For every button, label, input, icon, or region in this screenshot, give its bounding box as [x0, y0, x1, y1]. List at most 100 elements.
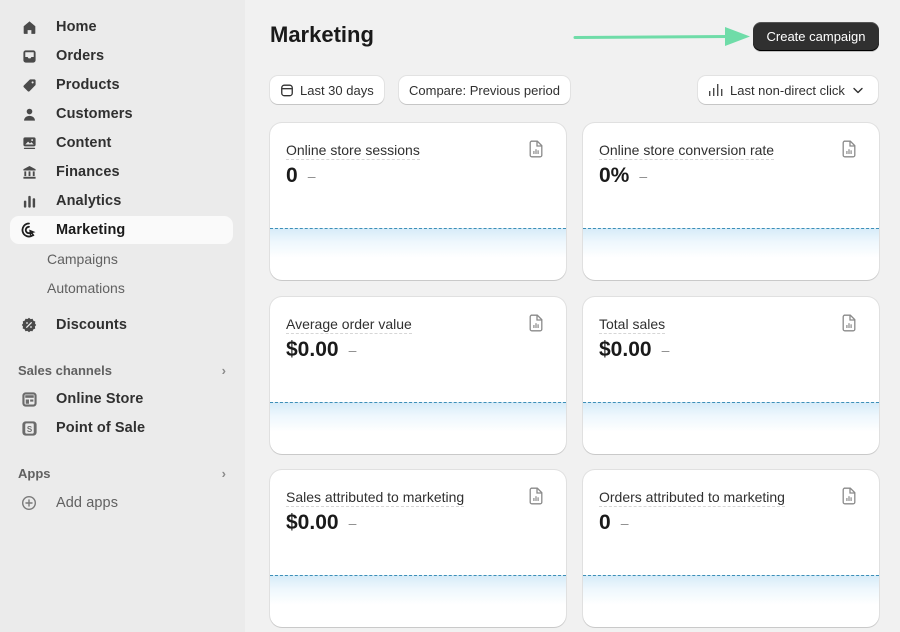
metric-value-row: 0% – [599, 164, 647, 188]
section-heading-label: Apps [18, 466, 51, 481]
sidebar-item-label: Home [56, 19, 97, 35]
sidebar-item-point-of-sale[interactable]: S Point of Sale [10, 414, 233, 442]
metric-title[interactable]: Total sales [599, 316, 666, 334]
date-range-label: Last 30 days [300, 82, 374, 98]
sidebar-item-label: Add apps [56, 495, 119, 511]
sidebar-item-label: Discounts [56, 317, 127, 333]
person-icon [20, 105, 38, 123]
sidebar-subitem-campaigns[interactable]: Campaigns [47, 251, 118, 267]
apps-heading[interactable]: Apps › [18, 466, 228, 481]
sparkline-line [270, 402, 566, 403]
discount-icon [20, 316, 38, 334]
home-icon [20, 18, 38, 36]
section-heading-label: Sales channels [18, 363, 112, 378]
chevron-right-icon[interactable]: › [222, 466, 226, 481]
metric-card[interactable]: Average order value $0.00 – [270, 297, 566, 454]
chevron-down-icon [853, 87, 863, 94]
create-campaign-button[interactable]: Create campaign [753, 22, 879, 51]
sidebar-item-analytics[interactable]: Analytics [10, 187, 233, 215]
svg-text:S: S [26, 424, 31, 433]
compare-period-button[interactable]: Compare: Previous period [399, 76, 571, 104]
sidebar-item-label: Marketing [56, 222, 126, 238]
sparkline-area [270, 228, 566, 258]
report-file-icon[interactable] [841, 314, 857, 332]
metric-title[interactable]: Orders attributed to marketing [599, 489, 785, 507]
metric-card[interactable]: Orders attributed to marketing 0 – [583, 470, 879, 627]
metric-title[interactable]: Average order value [286, 316, 412, 334]
annotation-arrow [573, 27, 750, 46]
metric-value-row: $0.00 – [599, 338, 669, 362]
sidebar-item-label: Customers [56, 106, 133, 122]
metric-value: $0.00 [286, 511, 339, 534]
sidebar-subitem-automations[interactable]: Automations [47, 280, 125, 296]
sidebar-item-label: Finances [56, 164, 120, 180]
chevron-right-icon[interactable]: › [222, 363, 226, 378]
tag-icon [20, 76, 38, 94]
metric-title[interactable]: Sales attributed to marketing [286, 489, 465, 507]
report-file-icon[interactable] [841, 140, 857, 158]
metric-value: 0 [599, 511, 611, 534]
sidebar-item-label: Analytics [56, 193, 122, 209]
sparkline-area [270, 575, 566, 605]
sidebar-item-label: Products [56, 77, 120, 93]
metric-value-row: $0.00 – [286, 338, 356, 362]
sidebar-item-label: Orders [56, 48, 105, 64]
metric-value-row: $0.00 – [286, 511, 356, 535]
metric-change: – [620, 515, 629, 531]
compare-period-label: Compare: Previous period [409, 82, 561, 98]
metric-change: – [307, 168, 316, 184]
sidebar-item-orders[interactable]: Orders [10, 42, 233, 70]
sidebar-item-discounts[interactable]: Discounts [10, 311, 233, 339]
metric-title[interactable]: Online store sessions [286, 142, 420, 160]
sidebar-item-marketing[interactable]: Marketing [10, 216, 233, 244]
metric-value: $0.00 [286, 338, 339, 361]
calendar-icon [280, 83, 294, 97]
pos-icon: S [20, 419, 38, 437]
sidebar-item-add-apps[interactable]: Add apps [10, 489, 233, 517]
sparkline-area [270, 402, 566, 432]
sidebar-item-products[interactable]: Products [10, 71, 233, 99]
sidebar-item-label: Point of Sale [56, 420, 146, 436]
report-file-icon[interactable] [528, 487, 544, 505]
metric-change: – [348, 342, 357, 358]
metric-change: – [348, 515, 357, 531]
metric-card[interactable]: Online store sessions 0 – [270, 123, 566, 280]
report-file-icon[interactable] [528, 140, 544, 158]
attribution-model-label: Last non-direct click [730, 82, 845, 98]
sparkline-area [583, 228, 879, 258]
page-title: Marketing [270, 22, 374, 47]
sparkline-area [583, 402, 879, 432]
sparkline-line [583, 228, 879, 229]
metric-value-row: 0 – [286, 164, 315, 188]
bank-icon [20, 163, 38, 181]
sidebar-item-customers[interactable]: Customers [10, 100, 233, 128]
sidebar-item-finances[interactable]: Finances [10, 158, 233, 186]
metric-change: – [661, 342, 670, 358]
report-file-icon[interactable] [528, 314, 544, 332]
sidebar-item-home[interactable]: Home [10, 13, 233, 41]
metric-value: 0 [286, 164, 298, 187]
metric-card[interactable]: Online store conversion rate 0% – [583, 123, 879, 280]
store-icon [20, 390, 38, 408]
sidebar: Home Orders Products Customers Content F… [0, 0, 245, 632]
plus-circle-icon [20, 494, 38, 512]
sidebar-item-online-store[interactable]: Online Store [10, 385, 233, 413]
inbox-icon [20, 47, 38, 65]
metric-card[interactable]: Total sales $0.00 – [583, 297, 879, 454]
sparkline-area [583, 575, 879, 605]
attribution-model-select[interactable]: Last non-direct click [698, 76, 878, 104]
sparkline-line [270, 228, 566, 229]
sidebar-item-content[interactable]: Content [10, 129, 233, 157]
metric-title[interactable]: Online store conversion rate [599, 142, 775, 160]
metric-value-row: 0 – [599, 511, 628, 535]
sidebar-item-label: Online Store [56, 391, 144, 407]
metric-change: – [639, 168, 648, 184]
sales-channels-heading[interactable]: Sales channels › [18, 363, 228, 378]
metric-card[interactable]: Sales attributed to marketing $0.00 – [270, 470, 566, 627]
report-file-icon[interactable] [841, 487, 857, 505]
date-range-button[interactable]: Last 30 days [270, 76, 384, 104]
main-content: Marketing Create campaign Last 30 days C… [245, 0, 900, 632]
sidebar-item-label: Content [56, 135, 112, 151]
bar-chart-icon [708, 83, 724, 97]
target-icon [20, 221, 38, 239]
